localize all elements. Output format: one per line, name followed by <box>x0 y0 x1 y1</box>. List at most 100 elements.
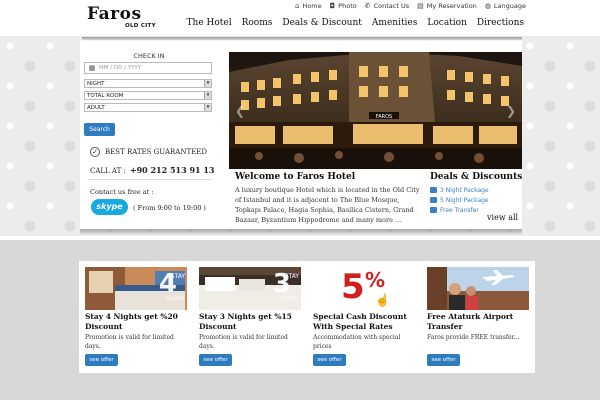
hotel-logo[interactable]: Faros OLD CITY <box>87 6 157 32</box>
toplink-label: Photo <box>338 2 357 10</box>
discount-badge-number: 5 <box>341 267 365 307</box>
main-nav: The Hotel Rooms Deals & Discount Ameniti… <box>187 18 524 28</box>
deal-free-transfer[interactable]: Free Transfer <box>430 205 489 215</box>
date-placeholder: MM / DD / YYYY <box>99 65 142 71</box>
search-button[interactable]: Search <box>84 123 115 136</box>
best-rates-badge: ✓ BEST RATES GUARANTEED <box>90 147 207 157</box>
offer-image <box>427 267 529 310</box>
toplink-home[interactable]: ⌂ Home <box>295 2 322 10</box>
offer-title[interactable]: Free Ataturk Airport Transfer <box>427 312 533 332</box>
hotel-sign: FAROS <box>376 114 392 120</box>
offer-title[interactable]: Stay 4 Nights get %20 Discount <box>85 312 191 332</box>
logo-text: Faros <box>87 4 142 24</box>
welcome-text: A luxury boutique Hotel which is located… <box>235 186 420 224</box>
discount-badge-percent: % <box>365 268 386 292</box>
hotel-night-photo: FAROS <box>229 52 522 169</box>
phone-icon: ✆ <box>364 2 371 10</box>
adult-select-value: ADULT <box>87 104 105 111</box>
toplink-contact[interactable]: ✆ Contact Us <box>365 2 409 10</box>
calendar-icon: ▤ <box>417 2 424 10</box>
skype-hours: ( From 9:00 to 19:00 ) <box>133 204 206 212</box>
skype-logo[interactable]: skype <box>91 199 128 215</box>
nav-the-hotel[interactable]: The Hotel <box>187 18 232 28</box>
slider-prev-arrow-icon[interactable]: ❮ <box>235 104 245 118</box>
nav-deals-discount[interactable]: Deals & Discount <box>282 18 362 28</box>
checkin-label: CHECK IN <box>133 52 165 60</box>
toplink-label: Contact Us <box>373 2 410 10</box>
calendar-icon: ▦ <box>88 64 96 72</box>
globe-icon: ◍ <box>484 2 491 10</box>
chevron-down-icon: ▾ <box>204 104 211 111</box>
camera-icon: ◘ <box>329 2 336 10</box>
site-header: Faros OLD CITY ⌂ Home ◘ Photo ✆ Contact Us … <box>0 0 600 36</box>
offer-description: Promotion is valid for limited days. <box>199 334 288 350</box>
call-at: CALL AT : +90 212 513 91 13 <box>90 165 215 175</box>
call-at-label: CALL AT : <box>90 167 126 175</box>
toplink-label: Language <box>493 2 526 10</box>
total-room-select-value: TOTAL ROOM <box>87 92 124 99</box>
see-offer-button[interactable]: see offer <box>313 354 346 366</box>
offer-card: 5 % ☝ Special Cash Discount With Special… <box>307 261 421 373</box>
offer-image: 5 % ☝ <box>313 267 415 310</box>
toplink-reservation[interactable]: ▤ My Reservation <box>417 2 477 10</box>
phone-number[interactable]: +90 212 513 91 13 <box>130 165 215 175</box>
toplink-label: Home <box>302 2 322 10</box>
deal-label: 5 Night Package <box>440 196 489 204</box>
nav-rooms[interactable]: Rooms <box>242 18 273 28</box>
toplink-photo[interactable]: ◘ Photo <box>330 2 357 10</box>
deals-title: Deals & Discounts <box>430 172 523 182</box>
deal-label: 3 Night Package <box>440 186 489 194</box>
cursor-hand-icon: ☝ <box>375 293 390 307</box>
deals-list: 3 Night Package 5 Night Package Free Tra… <box>430 185 489 215</box>
deal-label: Free Transfer <box>440 206 479 214</box>
top-links: ⌂ Home ◘ Photo ✆ Contact Us ▤ My Reservation… <box>295 2 526 10</box>
panel-bottom-shadow <box>80 229 522 235</box>
offer-image: 3 STAY nights <box>199 267 301 310</box>
adult-select[interactable]: ADULT ▾ <box>84 103 212 112</box>
offer-card: 3 STAY nights Stay 3 Nights get %15 Disc… <box>193 261 307 373</box>
airplane-transfer-photo <box>427 267 529 310</box>
deal-5-night-package[interactable]: 5 Night Package <box>430 195 489 205</box>
logo-subtext: OLD CITY <box>125 23 156 29</box>
nav-directions[interactable]: Directions <box>477 18 524 28</box>
offer-card: 4 STAY nights Stay 4 Nights get %20 Disc… <box>79 261 193 373</box>
see-offer-button[interactable]: see offer <box>427 354 460 366</box>
offer-description: Accommodation with special prices <box>313 334 401 350</box>
offer-title[interactable]: Stay 3 Nights get %15 Discount <box>199 312 305 332</box>
chevron-down-icon: ▾ <box>204 92 211 99</box>
suitcase-icon <box>430 187 437 193</box>
home-icon: ⌂ <box>294 2 300 10</box>
view-all-link[interactable]: view all <box>487 213 518 222</box>
offer-title[interactable]: Special Cash Discount With Special Rates <box>313 312 419 332</box>
contact-free-text: Contact us free at : <box>90 188 154 196</box>
nav-amenities[interactable]: Amenities <box>372 18 417 28</box>
offer-description: Promotion is valid for limited days. <box>85 334 174 350</box>
checkin-date-input[interactable]: ▦ MM / DD / YYYY <box>84 62 212 74</box>
check-icon: ✓ <box>90 147 100 157</box>
night-select[interactable]: NIGHT ▾ <box>84 79 212 88</box>
toplink-label: My Reservation <box>426 2 477 10</box>
stay-badge-sub: nights <box>279 295 298 302</box>
slider-next-arrow-icon[interactable]: ❯ <box>506 104 516 118</box>
deal-3-night-package[interactable]: 3 Night Package <box>430 185 489 195</box>
total-room-select[interactable]: TOTAL ROOM ▾ <box>84 91 212 100</box>
stay-badge-word: STAY <box>170 273 185 280</box>
welcome-title: Welcome to Faros Hotel <box>235 172 356 182</box>
stay-badge-sub: nights <box>165 295 184 302</box>
panel-top-shadow <box>82 37 522 41</box>
offer-card: Free Ataturk Airport Transfer Faros prov… <box>421 261 535 373</box>
suitcase-icon <box>430 197 437 203</box>
offer-image: 4 STAY nights <box>85 267 187 310</box>
night-select-value: NIGHT <box>87 80 105 87</box>
offer-description: Faros provide FREE transfer... <box>427 334 520 341</box>
nav-location[interactable]: Location <box>427 18 467 28</box>
see-offer-button[interactable]: see offer <box>85 354 118 366</box>
booking-form: CHECK IN ▦ MM / DD / YYYY NIGHT ▾ TOTAL R… <box>84 52 214 136</box>
stay-badge-word: STAY <box>284 273 299 280</box>
suitcase-icon <box>430 207 437 213</box>
hotel-photo-slider[interactable]: FAROS ❮ ❯ <box>229 52 522 169</box>
toplink-language[interactable]: ◍ Language <box>485 2 526 10</box>
best-rates-text: BEST RATES GUARANTEED <box>105 148 207 156</box>
see-offer-button[interactable]: see offer <box>199 354 232 366</box>
chevron-down-icon: ▾ <box>204 80 211 87</box>
